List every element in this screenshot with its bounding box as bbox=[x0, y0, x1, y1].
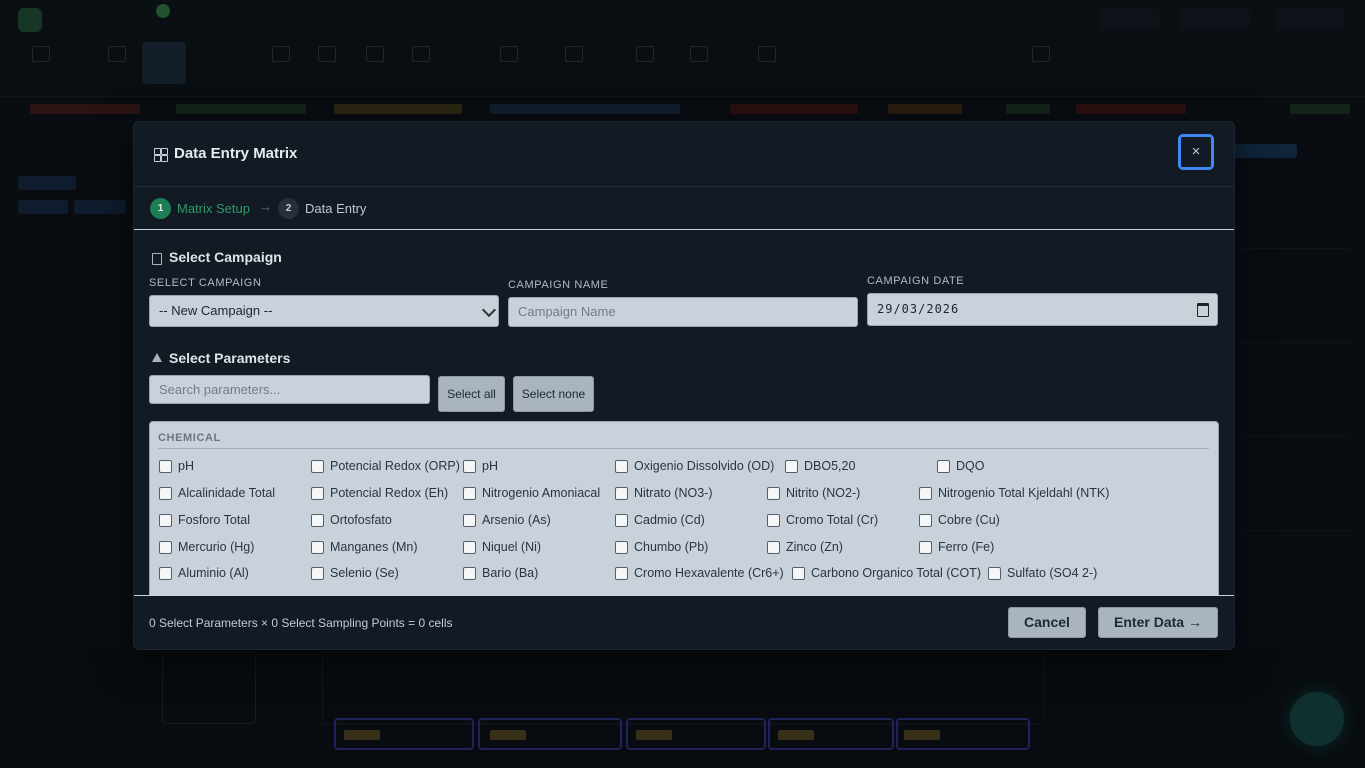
parameter-checkbox[interactable] bbox=[463, 541, 476, 554]
parameter-checkbox[interactable] bbox=[615, 541, 628, 554]
step-2-number: 2 bbox=[278, 198, 299, 219]
parameter-label: Carbono Organico Total (COT) bbox=[811, 566, 981, 580]
step-2-label[interactable]: Data Entry bbox=[305, 201, 366, 216]
campaign-select-value: -- New Campaign -- bbox=[159, 303, 273, 318]
step-1-label[interactable]: Matrix Setup bbox=[177, 201, 250, 216]
close-button[interactable]: × bbox=[1178, 134, 1214, 170]
parameter-label: Nitrato (NO3-) bbox=[634, 486, 713, 500]
dialog-footer: 0 Select Parameters × 0 Select Sampling … bbox=[134, 595, 1234, 649]
parameter-checkbox[interactable] bbox=[159, 514, 172, 527]
parameter-label: pH bbox=[178, 459, 194, 473]
parameter-label: Nitrogenio Total Kjeldahl (NTK) bbox=[938, 486, 1110, 500]
select-none-button[interactable]: Select none bbox=[513, 376, 594, 412]
parameter-checkbox[interactable] bbox=[792, 567, 805, 580]
parameter-checkbox[interactable] bbox=[311, 487, 324, 500]
grid-icon bbox=[154, 148, 168, 162]
clipboard-icon bbox=[152, 253, 162, 265]
cancel-button[interactable]: Cancel bbox=[1008, 607, 1086, 638]
campaign-select[interactable]: -- New Campaign -- bbox=[149, 295, 499, 327]
parameter-label: DQO bbox=[956, 459, 985, 473]
parameter-label: Selenio (Se) bbox=[330, 566, 399, 580]
matrix-summary: 0 Select Parameters × 0 Select Sampling … bbox=[149, 616, 453, 630]
parameter-label: Aluminio (Al) bbox=[178, 566, 249, 580]
category-label: CHEMICAL bbox=[158, 432, 221, 444]
flask-icon bbox=[152, 353, 162, 362]
parameter-checkbox[interactable] bbox=[463, 514, 476, 527]
parameter-label: Arsenio (As) bbox=[482, 513, 551, 527]
parameter-checkbox[interactable] bbox=[615, 460, 628, 473]
parameter-label: Cromo Hexavalente (Cr6+) bbox=[634, 566, 784, 580]
dialog-header: Data Entry Matrix × bbox=[134, 122, 1234, 187]
parameter-checkbox[interactable] bbox=[767, 487, 780, 500]
parameter-checkbox[interactable] bbox=[615, 567, 628, 580]
chevron-down-icon bbox=[481, 302, 497, 318]
parameter-checkbox[interactable] bbox=[311, 460, 324, 473]
parameter-checkbox[interactable] bbox=[785, 460, 798, 473]
category-divider bbox=[158, 448, 1209, 449]
parameter-checkbox[interactable] bbox=[159, 567, 172, 580]
select-campaign-label: SELECT CAMPAIGN bbox=[149, 277, 262, 289]
parameter-checkbox[interactable] bbox=[463, 487, 476, 500]
search-parameters-input[interactable]: Search parameters... bbox=[149, 375, 430, 404]
parameter-checkbox[interactable] bbox=[311, 514, 324, 527]
parameter-checkbox[interactable] bbox=[919, 514, 932, 527]
parameter-checkbox[interactable] bbox=[463, 460, 476, 473]
parameter-label: Chumbo (Pb) bbox=[634, 540, 709, 554]
parameter-label: Cromo Total (Cr) bbox=[786, 513, 879, 527]
parameter-checkbox[interactable] bbox=[767, 541, 780, 554]
parameter-label: Sulfato (SO4 2-) bbox=[1007, 566, 1098, 580]
parameter-label: Cadmio (Cd) bbox=[634, 513, 705, 527]
parameter-label: Zinco (Zn) bbox=[786, 540, 843, 554]
parameter-checkbox[interactable] bbox=[919, 541, 932, 554]
parameter-label: Manganes (Mn) bbox=[330, 540, 418, 554]
parameter-checkbox[interactable] bbox=[615, 487, 628, 500]
parameter-label: Mercurio (Hg) bbox=[178, 540, 255, 554]
parameter-checkbox[interactable] bbox=[311, 541, 324, 554]
campaign-name-label: CAMPAIGN NAME bbox=[508, 279, 609, 291]
search-placeholder: Search parameters... bbox=[159, 382, 281, 397]
campaign-date-input[interactable]: 29/03/2026 bbox=[867, 293, 1218, 326]
parameter-checkbox[interactable] bbox=[615, 514, 628, 527]
close-icon: × bbox=[1191, 143, 1201, 160]
parameter-label: Ferro (Fe) bbox=[938, 540, 995, 554]
parameter-label: Alcalinidade Total bbox=[178, 486, 276, 500]
parameter-label: Nitrito (NO2-) bbox=[786, 486, 861, 500]
parameter-label: Oxigenio Dissolvido (OD) bbox=[634, 459, 775, 473]
parameter-checkbox[interactable] bbox=[767, 514, 780, 527]
parameter-label: DBO5,20 bbox=[804, 459, 856, 473]
parameter-label: Potencial Redox (Eh) bbox=[330, 486, 449, 500]
stepper: 1 Matrix Setup → 2 Data Entry bbox=[134, 187, 1234, 230]
parameter-checkbox[interactable] bbox=[937, 460, 950, 473]
parameter-checkbox[interactable] bbox=[159, 487, 172, 500]
campaign-date-label: CAMPAIGN DATE bbox=[867, 275, 965, 287]
dialog-title: Data Entry Matrix bbox=[174, 145, 298, 162]
data-entry-matrix-dialog: Data Entry Matrix × 1 Matrix Setup → 2 D… bbox=[133, 121, 1235, 650]
parameter-label: Nitrogenio Amoniacal bbox=[482, 486, 601, 500]
parameter-label: Fosforo Total bbox=[178, 513, 251, 527]
select-all-button[interactable]: Select all bbox=[438, 376, 505, 412]
parameter-checkbox[interactable] bbox=[919, 487, 932, 500]
select-campaign-heading: Select Campaign bbox=[169, 249, 282, 265]
campaign-name-input[interactable]: Campaign Name bbox=[508, 297, 858, 327]
enter-data-button[interactable]: Enter Data → bbox=[1098, 607, 1218, 638]
parameter-checkbox[interactable] bbox=[159, 541, 172, 554]
parameter-label: Ortofosfato bbox=[330, 513, 392, 527]
step-1-number: 1 bbox=[150, 198, 171, 219]
parameter-checkbox[interactable] bbox=[159, 460, 172, 473]
parameter-label: pH bbox=[482, 459, 498, 473]
parameter-label: Niquel (Ni) bbox=[482, 540, 542, 554]
parameter-label: Cobre (Cu) bbox=[938, 513, 1000, 527]
parameter-label: Potencial Redox (ORP) bbox=[330, 459, 460, 473]
select-parameters-heading: Select Parameters bbox=[169, 350, 291, 366]
campaign-name-placeholder: Campaign Name bbox=[518, 304, 616, 319]
parameter-checkbox[interactable] bbox=[988, 567, 1001, 580]
campaign-date-value: 29/03/2026 bbox=[877, 302, 960, 316]
parameters-list: CHEMICAL pH Potencial Redox (ORP) pH Oxigen… bbox=[149, 421, 1219, 613]
calendar-icon[interactable] bbox=[1197, 303, 1209, 317]
parameter-checkbox[interactable] bbox=[463, 567, 476, 580]
parameter-checkbox[interactable] bbox=[311, 567, 324, 580]
parameter-label: Bario (Ba) bbox=[482, 566, 539, 580]
step-arrow-icon: → bbox=[259, 199, 272, 214]
